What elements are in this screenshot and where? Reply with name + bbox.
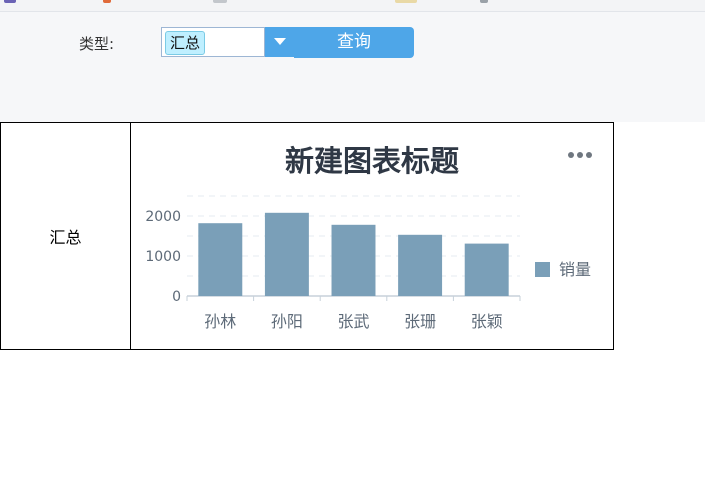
toolbar bbox=[0, 0, 705, 12]
legend-label: 销量 bbox=[559, 260, 591, 279]
x-tick-label: 张颖 bbox=[471, 312, 503, 331]
toolbar-edit-icon[interactable] bbox=[103, 0, 111, 3]
type-label: 类型: bbox=[79, 35, 115, 53]
select-dropdown-button[interactable] bbox=[265, 27, 294, 57]
toolbar-file-icon[interactable] bbox=[480, 0, 488, 3]
y-tick-label: 2000 bbox=[145, 209, 181, 225]
bar bbox=[398, 234, 443, 296]
bar-chart: 0 1000 2000 孙林 孙阳 张武 张珊 张颖 销量 bbox=[145, 195, 591, 331]
x-tick-label: 孙林 bbox=[204, 312, 236, 331]
y-tick-label: 0 bbox=[172, 289, 181, 305]
query-button[interactable]: 查询 bbox=[294, 27, 414, 58]
row-label: 汇总 bbox=[49, 228, 82, 247]
type-select[interactable]: 汇总 bbox=[161, 27, 265, 57]
toolbar-app-icon[interactable] bbox=[4, 0, 16, 3]
y-tick-label: 1000 bbox=[145, 249, 181, 265]
selected-tag[interactable]: 汇总 bbox=[165, 31, 206, 55]
legend-swatch bbox=[535, 262, 550, 277]
bar bbox=[264, 212, 309, 296]
bar bbox=[464, 243, 509, 296]
more-options-icon[interactable] bbox=[567, 151, 595, 159]
chevron-down-icon bbox=[273, 38, 286, 45]
bar bbox=[331, 224, 376, 296]
chart-title: 新建图表标题 bbox=[284, 144, 459, 178]
toolbar-page-icon[interactable] bbox=[213, 0, 227, 3]
x-tick-label: 张武 bbox=[337, 312, 369, 331]
row-label-cell: 汇总 bbox=[1, 123, 131, 349]
x-tick-label: 张珊 bbox=[404, 312, 436, 331]
bar bbox=[198, 223, 243, 296]
x-tick-label: 孙阳 bbox=[271, 312, 303, 331]
toolbar-folder-icon[interactable] bbox=[395, 0, 417, 3]
